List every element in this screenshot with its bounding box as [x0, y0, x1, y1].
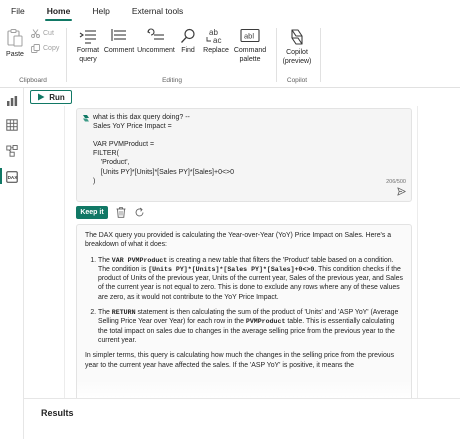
response-list: The VAR PVMProduct is creating a new tab…: [85, 256, 403, 346]
inline-code: RETURN: [111, 309, 136, 317]
copy-label: Copy: [43, 45, 60, 52]
paste-icon: [7, 29, 23, 47]
inline-code: [Units PY]*[Units]*[Sales PY]*[Sales]+0<…: [148, 265, 315, 273]
svg-text:DAX: DAX: [8, 175, 18, 180]
prompt-line: Sales YoY Price Impact =: [93, 123, 172, 131]
response-outro: In simpler terms, this query is calculat…: [85, 352, 395, 369]
replace-label: Replace: [203, 47, 229, 54]
table-icon: [6, 119, 18, 131]
copy-icon: [31, 44, 40, 53]
bar-chart-icon: [7, 96, 18, 106]
uncomment-button[interactable]: Uncomment: [136, 28, 176, 55]
char-count: 206/500: [386, 179, 406, 185]
prompt-line: FILTER(: [93, 150, 119, 158]
replace-icon: ab ac: [206, 28, 221, 44]
command-palette-label: Command palette: [233, 47, 267, 63]
response-actions: Keep it: [76, 205, 145, 219]
prompt-line: [Units PY]*[Units]*[Sales PY]*[Sales]+0<…: [93, 168, 235, 176]
clipboard-group-label: Clipboard: [19, 77, 47, 84]
comment-button[interactable]: Comment: [102, 28, 136, 55]
model-icon: [6, 145, 18, 157]
dax-query-view-button[interactable]: DAX: [0, 168, 18, 184]
comment-label: Comment: [103, 47, 135, 54]
copilot-group-label: Copilot: [286, 77, 308, 84]
copilot-panel: what is this dax query doing? -- Sales Y…: [64, 106, 418, 398]
prompt-line: ): [93, 177, 96, 185]
copilot-response: The DAX query you provided is calculatin…: [76, 224, 412, 398]
editing-group: Format query Comment Uncomment Find ab a…: [70, 22, 274, 88]
model-view-button[interactable]: [6, 144, 18, 157]
item-text: The: [98, 309, 112, 317]
inline-code: PVMProduct: [245, 318, 286, 326]
results-title: Results: [41, 408, 74, 418]
table-view-button[interactable]: [6, 118, 18, 131]
dax-query-icon: DAX: [6, 171, 18, 183]
prompt-text: what is this dax query doing? -- Sales Y…: [93, 113, 383, 186]
refresh-icon: [135, 207, 144, 216]
response-list-item: The RETURN statement is then calculating…: [98, 308, 403, 345]
menu-external-tools[interactable]: External tools: [132, 6, 184, 16]
dax-query-view: File Home Help External tools Paste Cut …: [0, 0, 460, 439]
copy-button[interactable]: Copy: [31, 44, 59, 53]
prompt-line: [93, 131, 383, 140]
svg-text:ac: ac: [213, 36, 221, 44]
copilot-label: Copilot (preview): [282, 49, 312, 65]
copilot-group: Copilot (preview) Copilot: [276, 22, 318, 88]
cut-label: Cut: [43, 30, 54, 37]
format-query-icon: [79, 30, 96, 44]
ribbon: Paste Cut Copy Clipboard Format query Co…: [0, 22, 460, 88]
find-label: Find: [181, 47, 195, 54]
comment-icon: [111, 29, 126, 41]
find-button[interactable]: Find: [176, 28, 200, 55]
ribbon-divider: [320, 28, 321, 82]
command-palette-button[interactable]: abl Command palette: [230, 28, 270, 64]
inline-code: VAR PVMProduct: [111, 256, 168, 264]
view-rail: DAX: [0, 88, 24, 439]
ribbon-divider: [66, 28, 67, 82]
svg-text:abl: abl: [244, 32, 254, 41]
menu-help[interactable]: Help: [92, 6, 109, 16]
search-icon: [181, 28, 195, 43]
scroll-fade: [77, 380, 411, 398]
run-button[interactable]: Run: [30, 90, 72, 104]
prompt-box[interactable]: what is this dax query doing? -- Sales Y…: [76, 108, 412, 202]
paste-label: Paste: [6, 51, 24, 58]
cut-button[interactable]: Cut: [31, 29, 54, 38]
results-pane: Results: [24, 398, 460, 439]
keep-it-button[interactable]: Keep it: [76, 205, 108, 219]
copilot-prompt-icon: [83, 115, 89, 122]
report-view-button[interactable]: [6, 94, 18, 106]
copilot-icon: [291, 29, 303, 45]
clipboard-group: Paste Cut Copy Clipboard: [0, 22, 66, 88]
prompt-line: VAR PVMProduct =: [93, 141, 155, 149]
copilot-button[interactable]: Copilot (preview): [278, 28, 316, 66]
menu-home[interactable]: Home: [44, 6, 72, 21]
response-intro: The DAX query you provided is calculatin…: [85, 232, 392, 249]
editing-group-label: Editing: [162, 77, 182, 84]
scissors-icon: [31, 29, 40, 38]
menu-bar: File Home Help External tools: [0, 0, 460, 22]
prompt-line: 'Product',: [93, 159, 130, 167]
uncomment-label: Uncomment: [137, 47, 175, 54]
format-query-button[interactable]: Format query: [72, 28, 104, 64]
response-list-item: The VAR PVMProduct is creating a new tab…: [98, 256, 403, 302]
regenerate-button[interactable]: [134, 207, 145, 218]
format-query-label: Format query: [76, 47, 100, 63]
send-icon[interactable]: [397, 187, 406, 196]
uncomment-icon: [147, 28, 164, 40]
discard-button[interactable]: [116, 206, 126, 218]
item-text: The: [98, 256, 112, 264]
replace-button[interactable]: ab ac Replace: [200, 28, 232, 55]
play-icon: [38, 93, 45, 101]
run-label: Run: [49, 92, 65, 102]
prompt-line: what is this dax query doing? --: [93, 114, 190, 121]
paste-button[interactable]: Paste: [6, 28, 24, 59]
query-toolbar: Run: [24, 88, 460, 106]
trash-icon: [116, 206, 126, 218]
menu-file[interactable]: File: [11, 6, 25, 16]
command-palette-icon: abl: [240, 28, 260, 43]
